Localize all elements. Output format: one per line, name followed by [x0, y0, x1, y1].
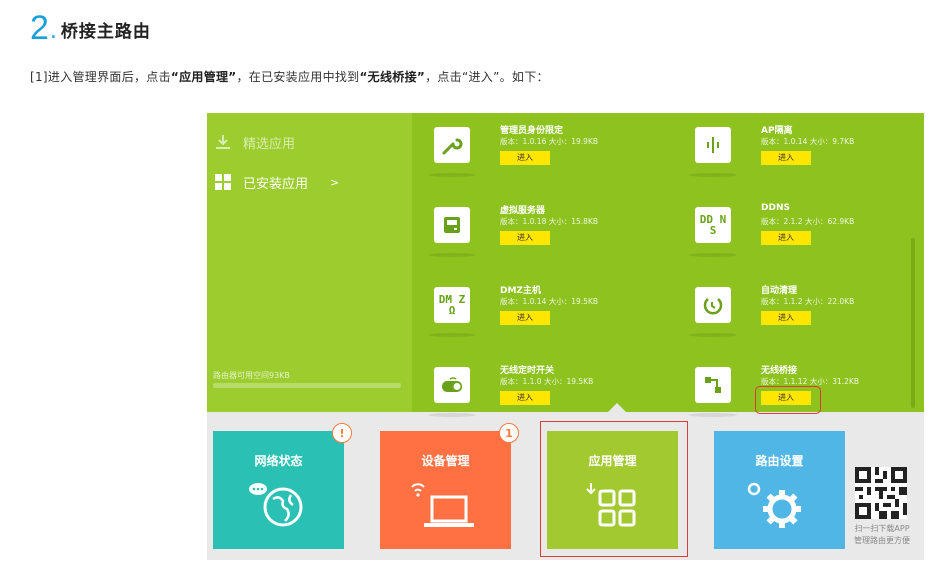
- instruction-mid: ，在已安装应用中找到: [236, 70, 360, 84]
- grid-icon: [215, 174, 231, 190]
- enter-button[interactable]: 进入: [500, 311, 550, 325]
- app-name: 虚拟服务器: [500, 206, 546, 216]
- wifi-timer-icon: [434, 367, 470, 403]
- tile-label: 设备管理: [421, 454, 470, 468]
- tile-network-status[interactable]: 网络状态 !: [213, 423, 352, 549]
- icon-shadow: [689, 413, 737, 417]
- sidebar-item-installed-apps[interactable]: 已安装应用 >: [215, 169, 405, 195]
- app-name: 管理员身份限定: [500, 126, 564, 136]
- bridge-icon: [695, 367, 731, 403]
- storage-label: 路由器可用空间93KB: [213, 371, 290, 380]
- sidebar-item-label: 已安装应用: [243, 176, 309, 192]
- app-meta: 版本：1.0.18 大小：15.8KB: [500, 217, 599, 226]
- app-card-virtual-server: 虚拟服务器 版本：1.0.18 大小：15.8KB 进入: [428, 203, 654, 273]
- enter-button[interactable]: 进入: [500, 231, 550, 245]
- qr-caption-line1: 扫一扫下载APP: [854, 524, 910, 533]
- enter-button[interactable]: 进入: [500, 151, 550, 165]
- step-dot: .: [49, 19, 57, 44]
- app-card-ap-isolation: AP隔离 版本：1.0.14 大小：9.7KB 进入: [689, 123, 915, 193]
- sidebar-item-featured-apps[interactable]: 精选应用: [215, 129, 405, 155]
- step-heading: 桥接主路由: [60, 22, 151, 42]
- enter-button[interactable]: 进入: [761, 151, 811, 165]
- count-badge: 1: [499, 423, 519, 443]
- app-meta: 版本：1.0.14 大小：19.5KB: [500, 297, 599, 306]
- gear-icon: [747, 482, 801, 528]
- app-name: 无线桥接: [761, 366, 798, 376]
- qr-caption-line2: 管理路由更方便: [854, 536, 910, 545]
- app-name: DMZ主机: [500, 286, 541, 296]
- globe-icon: [249, 483, 303, 527]
- app-card-admin-restrict: 管理员身份限定 版本：1.0.16 大小：19.9KB 进入: [428, 123, 654, 193]
- app-name: DDNS: [761, 203, 790, 213]
- enter-button[interactable]: 进入: [500, 391, 550, 405]
- instruction-app-manage: “应用管理”: [170, 70, 237, 84]
- server-icon: [434, 207, 470, 243]
- alert-badge: !: [332, 423, 352, 443]
- app-name: 自动清理: [761, 286, 798, 296]
- step-title: 2 . 桥接主路由: [30, 6, 151, 46]
- app-meta: 版本：1.0.14 大小：9.7KB: [761, 137, 855, 146]
- app-meta: 版本：1.1.2 大小：22.0KB: [761, 297, 855, 306]
- icon-shadow: [689, 333, 737, 337]
- icon-shadow: [428, 413, 476, 417]
- icon-shadow: [428, 173, 476, 177]
- download-icon: [216, 135, 230, 149]
- app-card-auto-clean: 自动清理 版本：1.1.2 大小：22.0KB 进入: [689, 283, 915, 353]
- app-meta: 版本：1.0.16 大小：19.9KB: [500, 137, 599, 146]
- qr-code-icon: [855, 467, 907, 519]
- laptop-wifi-icon: [411, 483, 474, 527]
- enter-button[interactable]: 进入: [761, 231, 811, 245]
- scrollbar[interactable]: [911, 238, 915, 408]
- active-tab-pointer: [608, 403, 626, 412]
- ap-isolation-icon: [695, 127, 731, 163]
- highlight-app-management-frame: [540, 421, 688, 557]
- chevron-right-icon: >: [330, 175, 340, 189]
- router-ui-screenshot: 精选应用 已安装应用 > 路由器可用空间93KB 管理员身份限定 版本：1.0.…: [207, 113, 924, 560]
- instruction-wireless-bridge: “无线桥接”: [359, 70, 426, 84]
- app-name: AP隔离: [761, 126, 793, 136]
- dmz-icon: DM ZΩ: [434, 287, 470, 323]
- icon-shadow: [689, 253, 737, 257]
- app-name: 无线定时开关: [500, 366, 555, 376]
- highlight-enter-button-box: [755, 386, 821, 414]
- tile-label: 网络状态: [254, 454, 303, 468]
- icon-shadow: [428, 253, 476, 257]
- enter-button[interactable]: 进入: [761, 311, 811, 325]
- tile-label: 路由设置: [755, 454, 804, 468]
- sidebar: 精选应用 已安装应用 > 路由器可用空间93KB: [207, 113, 412, 412]
- app-meta: 版本：1.1.0 大小：19.5KB: [500, 377, 594, 386]
- app-card-ddns: DD NS DDNS 版本：2.1.2 大小：62.9KB 进入: [689, 203, 915, 273]
- storage-bar: [213, 383, 401, 388]
- instruction-suffix: ，点击“进入”。如下：: [425, 70, 549, 84]
- sidebar-item-label: 精选应用: [243, 136, 296, 152]
- icon-shadow: [428, 333, 476, 337]
- app-card-dmz-host: DM ZΩ DMZ主机 版本：1.0.14 大小：19.5KB 进入: [428, 283, 654, 353]
- app-meta: 版本：2.1.2 大小：62.9KB: [761, 217, 855, 226]
- step-number: 2: [30, 9, 49, 47]
- ddns-icon: DD NS: [695, 207, 731, 243]
- icon-shadow: [689, 173, 737, 177]
- auto-clean-icon: [695, 287, 731, 323]
- instruction-prefix: [1]进入管理界面后，点击: [30, 70, 171, 84]
- wrench-icon: [434, 127, 470, 163]
- tile-router-settings[interactable]: 路由设置: [714, 431, 845, 549]
- instruction-text: [1]进入管理界面后，点击“应用管理”，在已安装应用中找到“无线桥接”，点击“进…: [30, 68, 549, 85]
- tile-device-management[interactable]: 设备管理 1: [380, 423, 519, 549]
